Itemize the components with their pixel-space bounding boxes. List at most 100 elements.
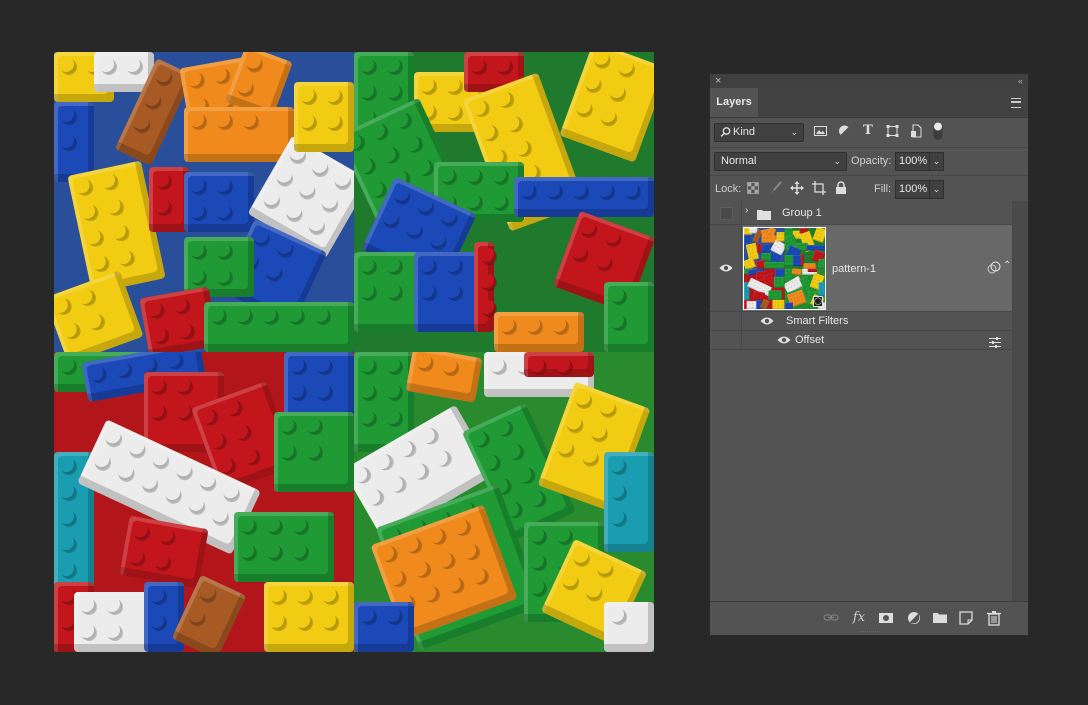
brick-stud <box>100 58 116 74</box>
brick-stud <box>797 255 800 259</box>
smart-object-filter-icon[interactable] <box>909 124 923 142</box>
shape-filter-icon[interactable] <box>885 124 899 142</box>
brick-stud <box>99 171 119 191</box>
brick-stud <box>751 301 754 305</box>
brick-stud <box>772 291 775 294</box>
lock-artboard-icon[interactable] <box>812 181 826 199</box>
search-icon <box>720 124 731 147</box>
eye-icon[interactable] <box>777 335 791 345</box>
delete-layer-icon[interactable] <box>986 610 1002 626</box>
filter-toggle-icon[interactable] <box>933 121 943 145</box>
visibility-toggle-off[interactable] <box>720 207 733 220</box>
adjustment-filter-icon[interactable] <box>837 124 851 142</box>
brick-stud <box>211 66 231 85</box>
panel-resize-grip[interactable] <box>860 631 880 634</box>
smart-filter-indicator-icon[interactable] <box>987 261 1001 280</box>
brick-stud <box>150 449 172 471</box>
brick-stud <box>793 255 796 259</box>
panel-menu-icon[interactable] <box>1011 98 1021 108</box>
add-mask-icon[interactable] <box>878 610 894 626</box>
document-canvas[interactable] <box>54 52 654 652</box>
new-adjustment-icon[interactable] <box>906 610 922 626</box>
brick-stud <box>386 58 402 74</box>
brick-stud <box>804 264 807 267</box>
brick-stud <box>819 290 822 293</box>
blend-mode-dropdown[interactable]: Normal ⌄ <box>714 152 847 171</box>
new-layer-icon[interactable] <box>958 610 974 626</box>
brick-stud <box>431 447 454 470</box>
brick-stud <box>414 156 436 179</box>
layer-row-group-1[interactable]: › Group 1 <box>710 201 1012 225</box>
filter-blending-options-icon[interactable] <box>989 335 1001 353</box>
opacity-slider-button[interactable]: ⌄ <box>929 152 944 171</box>
fx-icon[interactable]: fx <box>851 610 867 626</box>
brick-stud <box>85 228 105 248</box>
new-group-icon[interactable] <box>932 610 948 626</box>
layer-name[interactable]: Group 1 <box>782 207 822 219</box>
brick-stud <box>479 122 500 143</box>
brick-stud <box>746 244 750 248</box>
brick-stud <box>80 598 96 614</box>
blend-row: Normal ⌄ Opacity: 100% ⌄ <box>710 148 1028 176</box>
brick-stud <box>243 52 265 74</box>
brick-shape <box>818 259 825 269</box>
brick-stud <box>747 301 750 305</box>
fill-slider-button[interactable]: ⌄ <box>929 180 944 199</box>
brick-shape <box>791 268 803 276</box>
brick-stud <box>796 243 799 246</box>
layer-row-pattern-1[interactable]: ◯ pattern-1 ⌃ <box>710 225 1012 312</box>
brick-stud <box>750 244 753 247</box>
lock-transparent-pixels-icon[interactable] <box>747 182 759 198</box>
brick-stud <box>559 570 582 592</box>
brick-stud <box>573 389 594 410</box>
brick-stud <box>378 543 399 565</box>
brick-stud <box>800 297 804 301</box>
brick-stud <box>778 250 782 254</box>
brick-shape <box>474 242 496 332</box>
close-panel-icon[interactable]: × <box>715 74 721 88</box>
collapse-panel-icon[interactable]: ‹‹ <box>1018 74 1023 88</box>
image-filter-icon[interactable] <box>813 124 827 142</box>
brick-stud <box>305 214 328 237</box>
brick-stud <box>150 614 166 630</box>
layer-row-smart-filters[interactable]: Smart Filters <box>710 312 1012 331</box>
fill-input[interactable]: 100% <box>895 180 930 199</box>
brick-stud <box>190 243 206 259</box>
layers-scrollbar[interactable] <box>1012 201 1028 602</box>
lock-all-icon[interactable] <box>835 181 847 199</box>
brick-stud <box>102 427 125 449</box>
brick-stud <box>150 378 166 394</box>
brick-stud <box>440 168 456 184</box>
brick-shape <box>524 352 594 377</box>
filter-kind-dropdown[interactable]: Kind ⌄ <box>714 123 804 142</box>
brick-stud <box>292 544 308 560</box>
type-filter-icon[interactable]: T <box>861 123 875 139</box>
brick-stud <box>515 464 537 486</box>
brick-stud <box>788 269 792 272</box>
brick-stud <box>810 245 813 248</box>
filter-name[interactable]: Offset <box>795 334 824 346</box>
brick-stud <box>490 358 506 374</box>
layer-name[interactable]: pattern-1 <box>832 263 876 275</box>
lock-position-icon[interactable] <box>790 181 804 199</box>
brick-stud <box>60 58 76 74</box>
brick-stud <box>240 544 256 560</box>
brick-stud <box>753 295 757 298</box>
smart-filters-label[interactable]: Smart Filters <box>786 315 848 327</box>
eye-icon[interactable] <box>760 316 774 326</box>
lock-image-pixels-icon[interactable] <box>770 181 782 199</box>
opacity-input[interactable]: 100% <box>895 152 930 171</box>
eye-icon[interactable] <box>719 263 733 273</box>
link-layers-icon[interactable] <box>823 610 839 626</box>
brick-stud <box>360 358 376 374</box>
brick-stud <box>470 98 491 119</box>
collapse-effects-chevron-icon[interactable]: ⌃ <box>1003 260 1011 271</box>
expand-group-chevron-icon[interactable]: › <box>745 205 748 216</box>
brick-stud <box>755 233 759 236</box>
brick-stud <box>797 259 800 262</box>
brick-stud <box>765 262 768 265</box>
brick-stud <box>776 294 779 297</box>
tab-layers[interactable]: Layers <box>710 88 758 117</box>
brick-stud <box>785 272 788 276</box>
layer-row-offset-filter[interactable]: Offset <box>710 331 1012 350</box>
